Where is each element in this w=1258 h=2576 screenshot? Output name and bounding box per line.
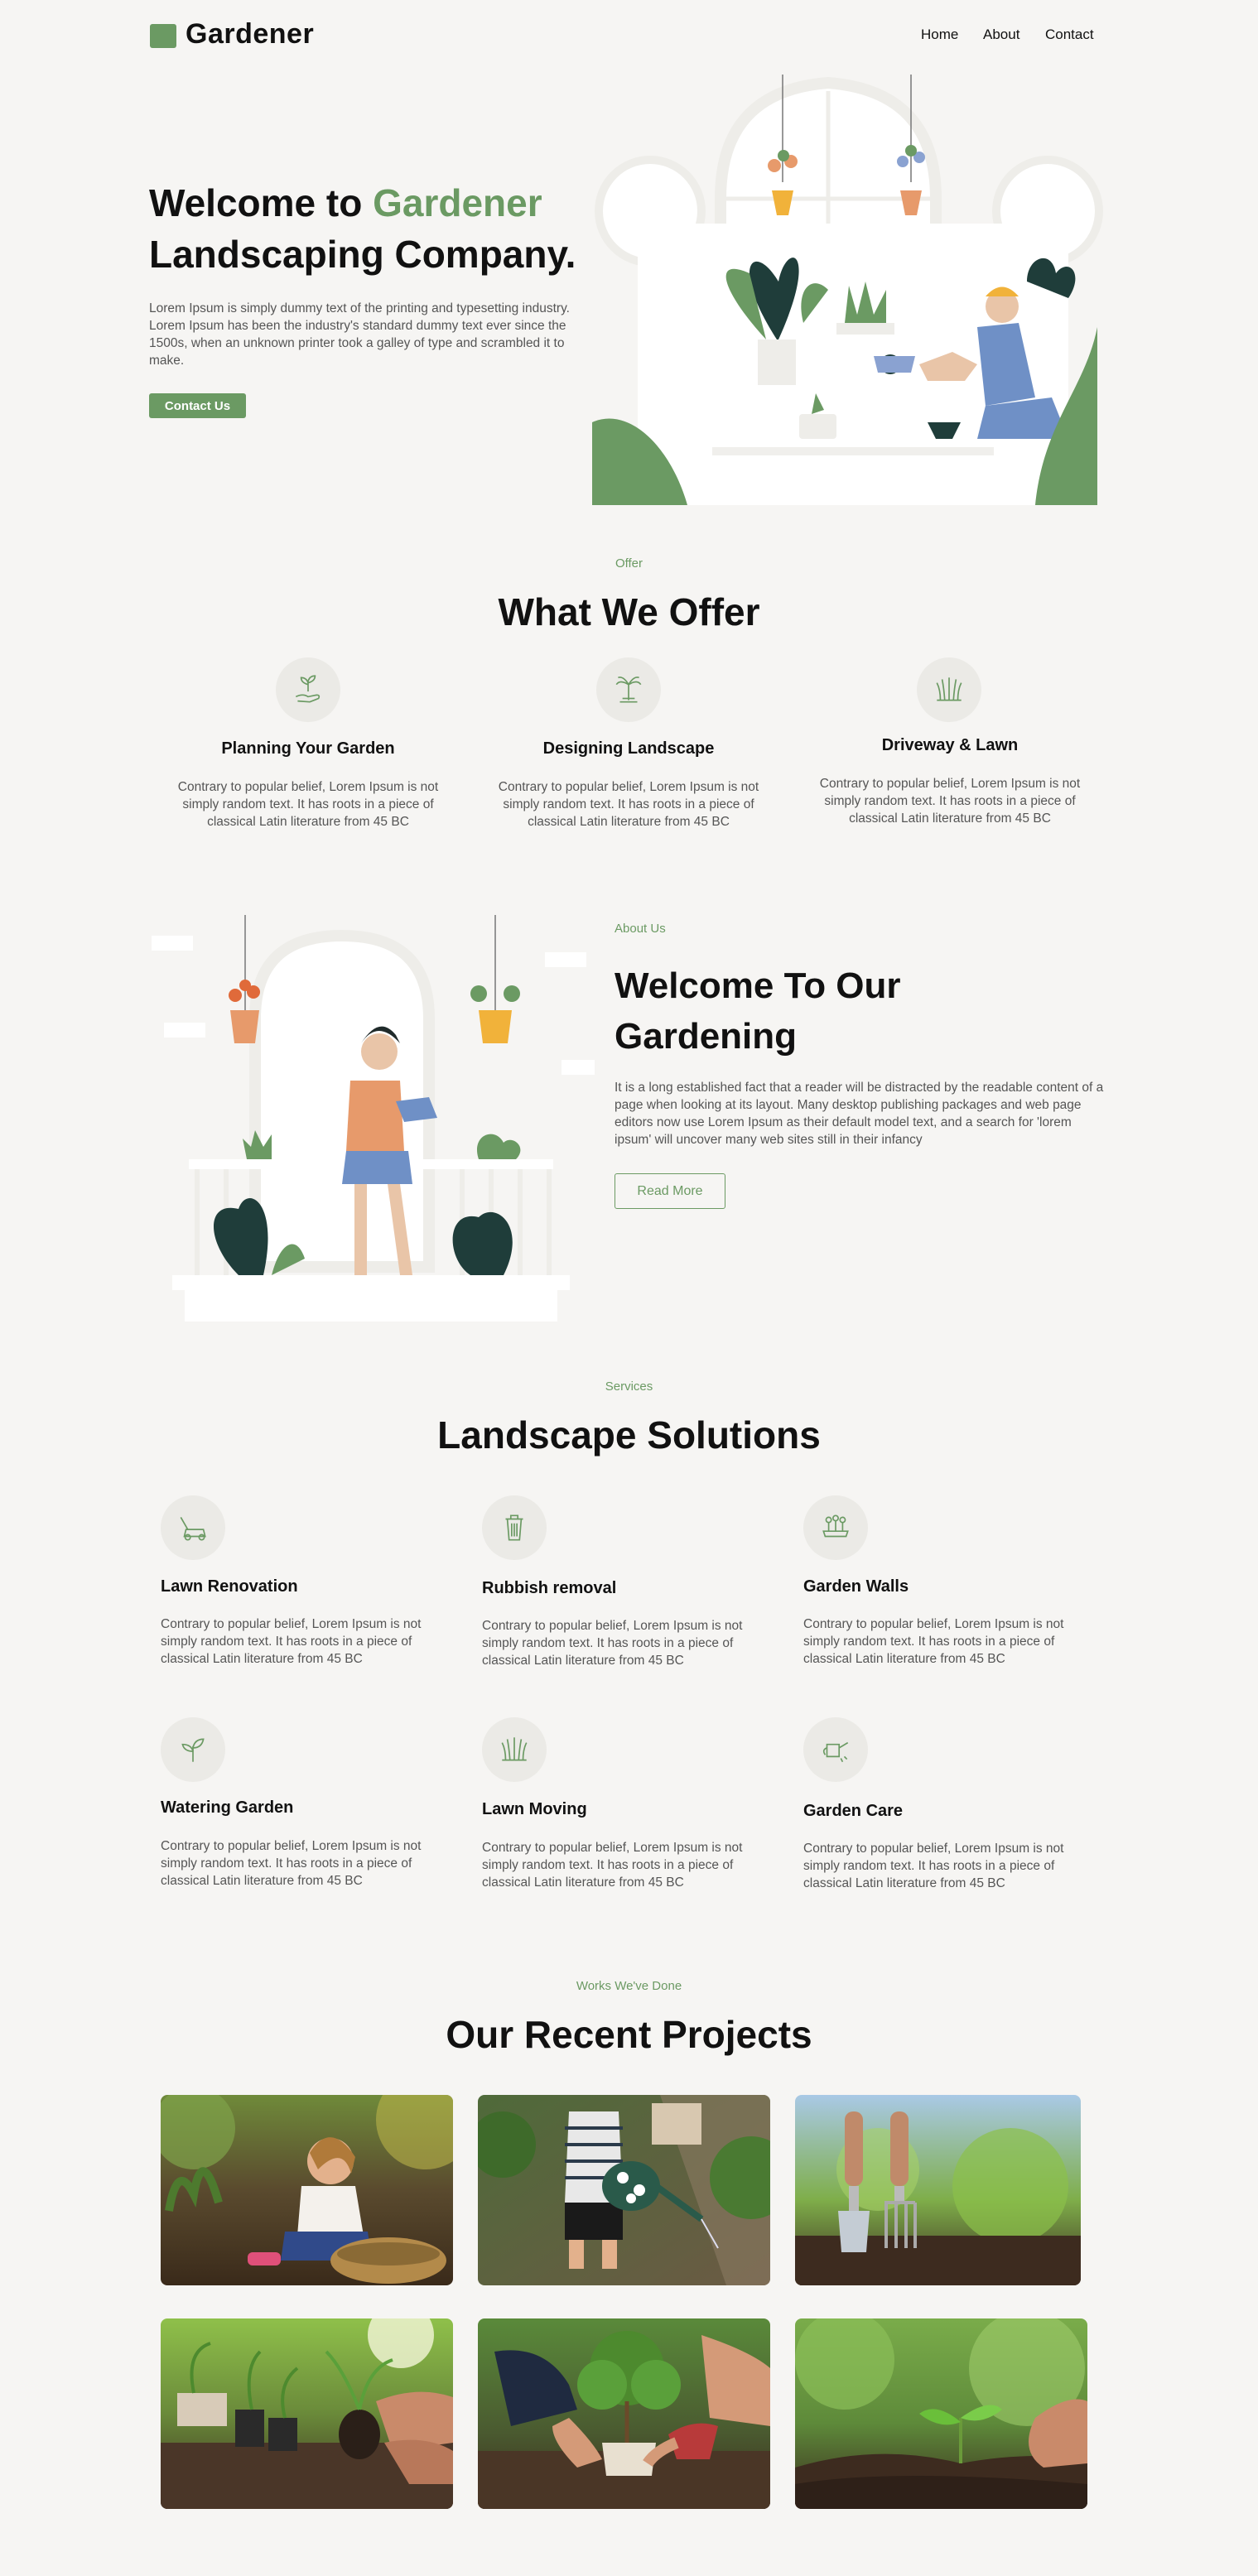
hands-transplanting-photo[interactable] [161,2318,453,2509]
offer-item-title: Planning Your Garden [221,739,395,758]
service-text: Contrary to popular belief, Lorem Ipsum … [161,1839,422,1888]
hero-description: Lorem Ipsum is simply dummy text of the … [149,301,570,368]
hero-title-prefix: Welcome to [149,181,374,224]
service-title: Lawn Renovation [161,1577,298,1596]
services-kicker: Services [605,1379,653,1394]
about-title: Welcome To Our Gardening [615,965,901,1057]
sprout-icon [161,1717,225,1782]
nav-home[interactable]: Home [921,26,958,43]
contact-us-button[interactable]: Contact Us [149,393,246,418]
service-title: Watering Garden [161,1798,294,1817]
service-title: Garden Care [803,1802,904,1820]
about-balcony-illustration [152,915,595,1322]
service-text: Contrary to popular belief, Lorem Ipsum … [482,1619,743,1668]
offer-title: What We Offer [498,590,760,633]
offer-item-text: Contrary to popular belief, Lorem Ipsum … [177,780,439,829]
read-more-button[interactable]: Read More [615,1173,725,1209]
nav-about[interactable]: About [983,26,1019,43]
about-description: It is a long established fact that a rea… [615,1081,1104,1147]
child-planting-photo[interactable] [161,2095,453,2285]
service-title: Lawn Moving [482,1800,587,1818]
child-watering-photo[interactable] [478,2095,770,2285]
watering-can-icon [803,1717,868,1782]
seedling-in-soil-photo[interactable] [795,2318,1087,2509]
services-title: Landscape Solutions [437,1413,821,1457]
offer-item-text: Contrary to popular belief, Lorem Ipsum … [498,780,759,829]
garden-wall-icon [803,1495,868,1560]
projects-kicker: Works We've Done [576,1979,682,1993]
grass-icon [482,1717,547,1782]
hands-planting-tree-photo[interactable] [478,2318,770,2509]
trash-bin-icon [482,1495,547,1560]
offer-kicker: Offer [615,556,643,571]
offer-item-text: Contrary to popular belief, Lorem Ipsum … [819,777,1081,826]
logo-text[interactable]: Gardener [186,18,314,51]
service-title: Rubbish removal [482,1579,617,1597]
hero-title-accent: Gardener [373,181,542,224]
hand-sprout-icon [276,657,340,722]
lawn-mower-icon [161,1495,225,1560]
logo-icon[interactable] [150,24,176,48]
nav-contact[interactable]: Contact [1045,26,1094,43]
service-text: Contrary to popular belief, Lorem Ipsum … [803,1842,1064,1890]
grass-icon [917,657,981,722]
projects-title: Our Recent Projects [446,2013,812,2056]
palm-tree-icon [596,657,661,722]
hero-gardener-illustration [592,75,1103,505]
hero-title-line2: Landscaping Company. [149,233,576,276]
hero-title: Welcome to Gardener Landscaping Company. [149,177,613,280]
service-title: Garden Walls [803,1577,909,1596]
service-text: Contrary to popular belief, Lorem Ipsum … [803,1617,1064,1666]
about-kicker: About Us [615,922,666,936]
garden-tools-photo[interactable] [795,2095,1081,2285]
offer-item-title: Designing Landscape [542,739,715,758]
service-text: Contrary to popular belief, Lorem Ipsum … [482,1841,743,1890]
service-text: Contrary to popular belief, Lorem Ipsum … [161,1617,422,1666]
offer-item-title: Driveway & Lawn [881,736,1019,754]
